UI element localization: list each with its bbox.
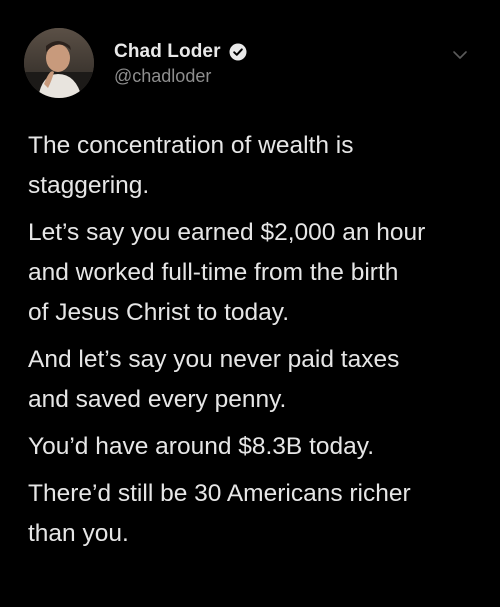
avatar[interactable]	[24, 28, 94, 98]
tweet-paragraph: Let’s say you earned $2,000 an hour and …	[28, 219, 426, 326]
display-name[interactable]: Chad Loder	[114, 41, 221, 63]
chevron-down-icon[interactable]	[452, 48, 468, 60]
verified-badge-icon	[229, 43, 247, 61]
name-row: Chad Loder	[114, 40, 247, 64]
tweet-header: Chad Loder @chadloder	[24, 28, 476, 100]
tweet-text: The concentration of wealth is staggerin…	[28, 126, 478, 561]
tweet-paragraph: You’d have around $8.3B today.	[28, 433, 375, 460]
user-handle[interactable]: @chadloder	[114, 66, 247, 87]
tweet-paragraph: The concentration of wealth is staggerin…	[28, 132, 354, 199]
user-block: Chad Loder @chadloder	[114, 40, 247, 87]
tweet-paragraph: And let’s say you never paid taxes and s…	[28, 346, 400, 413]
tweet-paragraph: There’d still be 30 Americans richer tha…	[28, 480, 411, 547]
tweet-card: Chad Loder @chadloder The concentration …	[0, 0, 500, 607]
